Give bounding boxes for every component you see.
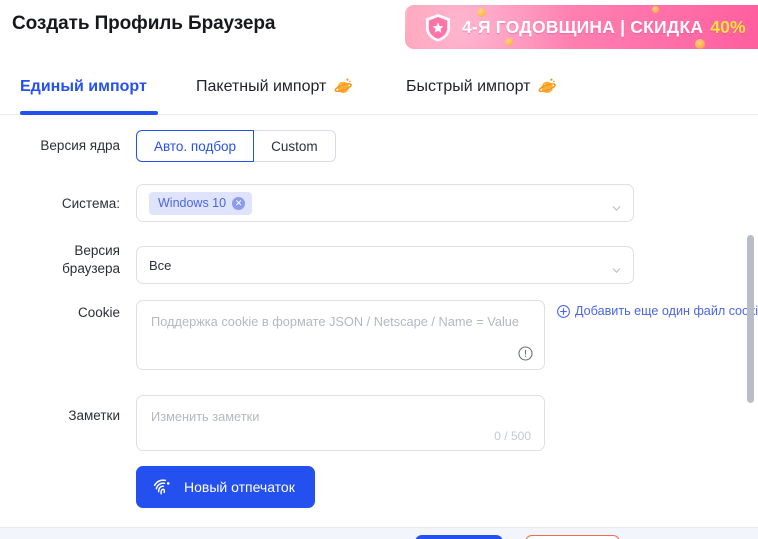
chevron-down-icon [612,262,621,274]
new-fingerprint-label: Новый отпечаток [184,479,295,495]
window-header: Создать Профиль Браузера 4-Я ГОДОВЩИНА |… [0,0,758,58]
vertical-scrollbar-track[interactable] [747,116,756,527]
promo-discount-percent: 40% [710,16,746,37]
add-another-cookie-link[interactable]: Добавить еще один файл cookie [557,304,758,318]
planet-emoji-icon [538,77,557,96]
tab-label: Единый импорт [20,77,147,95]
page-title: Создать Профиль Браузера [12,13,276,34]
promo-banner[interactable]: 4-Я ГОДОВЩИНА | СКИДКА 40% [405,5,758,49]
kernel-version-option-custom[interactable]: Custom [254,130,336,162]
system-chip-windows-10[interactable]: Windows 10 ✕ [149,191,253,215]
close-icon[interactable]: ✕ [232,196,246,210]
new-fingerprint-button[interactable]: Новый отпечаток [136,466,315,508]
browser-version-value: Все [149,257,172,273]
promo-text: 4-Я ГОДОВЩИНА | СКИДКА 40% [462,5,746,49]
footer-secondary-button[interactable] [525,535,620,539]
fingerprint-icon [152,477,173,498]
notes-textarea[interactable]: Изменить заметки 0 / 500 [136,395,545,451]
kernel-version-label: Версия ядра [40,138,120,153]
notes-label: Заметки [68,408,120,423]
kernel-version-segmented-control: Авто. подбор Custom [136,130,336,162]
shield-star-icon [423,12,453,43]
system-label: Система: [61,196,120,211]
profile-form: Версия ядра Авто. подбор Custom Система:… [0,116,758,527]
notes-char-counter: 0 / 500 [494,429,531,443]
create-browser-profile-window: Создать Профиль Браузера 4-Я ГОДОВЩИНА |… [0,0,758,539]
tab-label: Быстрый импорт [406,77,531,95]
active-tab-indicator [20,111,158,115]
browser-version-select[interactable]: Все [136,246,634,284]
system-select[interactable]: Windows 10 ✕ [136,184,634,222]
cookie-placeholder: Поддержка cookie в формате JSON / Netsca… [151,314,520,329]
promo-label: 4-Я ГОДОВЩИНА | СКИДКА [462,16,704,37]
chevron-down-icon [612,200,621,212]
kernel-version-option-auto[interactable]: Авто. подбор [136,130,255,162]
system-chip-label: Windows 10 [158,196,227,210]
exclamation-circle-icon[interactable] [518,346,533,361]
planet-emoji-icon [334,77,353,96]
plus-circle-icon [557,304,570,318]
cookie-label: Cookie [77,305,120,320]
tab-unified-import[interactable]: Единый импорт [20,58,147,115]
tab-label: Пакетный импорт [196,77,327,95]
import-tabbar: Единый импорт Пакетный импорт Быстрый им… [0,58,758,115]
dialog-footer [0,527,758,539]
add-another-cookie-label: Добавить еще один файл cookie [575,304,758,318]
cookie-textarea[interactable]: Поддержка cookie в формате JSON / Netsca… [136,300,545,370]
notes-placeholder: Изменить заметки [151,409,260,424]
tab-quick-import[interactable]: Быстрый импорт [406,58,557,115]
browser-version-label: Версия браузера [62,243,120,276]
vertical-scrollbar-thumb[interactable] [747,235,754,403]
tab-batch-import[interactable]: Пакетный импорт [196,58,353,115]
footer-primary-button[interactable] [415,535,503,539]
